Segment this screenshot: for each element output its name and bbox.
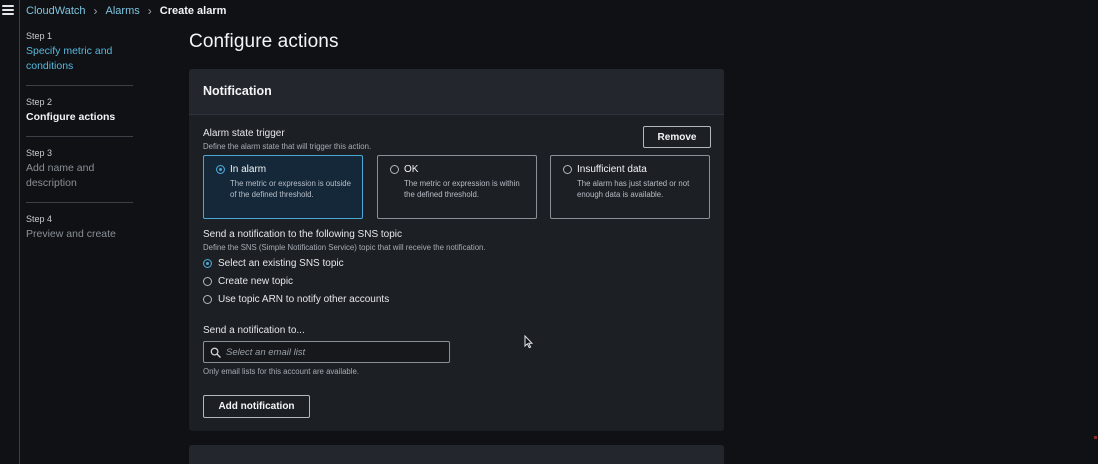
option-label: Use topic ARN to notify other accounts — [218, 294, 390, 305]
step-number: Step 4 — [26, 214, 53, 224]
breadcrumb-cloudwatch-link[interactable]: CloudWatch — [26, 5, 86, 17]
option-label: Select an existing SNS topic — [218, 258, 344, 269]
option-existing-topic[interactable]: Select an existing SNS topic — [203, 258, 344, 269]
edge-marker — [1094, 436, 1097, 439]
notification-container: Notification Alarm state trigger Define … — [189, 69, 724, 431]
radio-insufficient-data[interactable] — [563, 165, 572, 174]
step-number: Step 2 — [26, 97, 53, 107]
sns-topic-description: Define the SNS (Simple Notification Serv… — [203, 243, 486, 252]
breadcrumb-current: Create alarm — [159, 5, 227, 17]
send-to-hint: Only email lists for this account are av… — [203, 367, 360, 376]
alarm-state-trigger-description: Define the alarm state that will trigger… — [203, 142, 372, 151]
radio-existing-topic[interactable] — [203, 259, 212, 268]
hamburger-icon[interactable] — [2, 5, 14, 15]
add-notification-button[interactable]: Add notification — [203, 395, 310, 418]
chevron-right-icon: › — [93, 4, 98, 18]
option-label: Create new topic — [218, 276, 294, 287]
step-number: Step 3 — [26, 148, 53, 158]
breadcrumb-alarms-link[interactable]: Alarms — [106, 5, 140, 17]
chevron-right-icon: › — [147, 4, 152, 18]
tile-label: OK — [404, 164, 419, 175]
next-section-container — [189, 445, 724, 464]
remove-button[interactable]: Remove — [643, 126, 711, 148]
tile-description: The metric or expression is outside of t… — [230, 179, 351, 199]
step-divider — [26, 85, 133, 86]
container-title: Notification — [203, 84, 272, 98]
email-list-input[interactable] — [226, 344, 446, 360]
tile-description: The alarm has just started or not enough… — [577, 179, 690, 199]
step-divider — [26, 202, 133, 203]
radio-topic-arn[interactable] — [203, 295, 212, 304]
step-3: Step 3 Add name and description — [26, 147, 106, 191]
step-4-title: Preview and create — [26, 228, 116, 240]
send-to-label: Send a notification to... — [203, 325, 305, 336]
tile-in-alarm[interactable]: In alarm The metric or expression is out… — [203, 155, 363, 219]
step-2: Step 2 Configure actions — [26, 96, 115, 125]
tile-description: The metric or expression is within the d… — [404, 179, 520, 199]
step-1-link[interactable]: Specify metric and conditions — [26, 44, 116, 74]
step-number: Step 1 — [26, 31, 53, 41]
search-icon — [210, 347, 221, 358]
tile-insufficient-data[interactable]: Insufficient data The alarm has just sta… — [550, 155, 710, 219]
radio-new-topic[interactable] — [203, 277, 212, 286]
container-header: Notification — [189, 69, 724, 115]
tile-label: Insufficient data — [577, 164, 647, 175]
radio-in-alarm[interactable] — [216, 165, 225, 174]
tile-label: In alarm — [230, 164, 267, 175]
option-topic-arn[interactable]: Use topic ARN to notify other accounts — [203, 294, 389, 305]
step-3-title: Add name and description — [26, 162, 95, 189]
step-1: Step 1 Specify metric and conditions — [26, 30, 116, 74]
step-divider — [26, 136, 133, 137]
radio-ok[interactable] — [390, 165, 399, 174]
sns-topic-label: Send a notification to the following SNS… — [203, 229, 403, 240]
breadcrumb: CloudWatch › Alarms › Create alarm — [26, 4, 226, 18]
tile-ok[interactable]: OK The metric or expression is within th… — [377, 155, 537, 219]
alarm-state-trigger-label: Alarm state trigger — [203, 128, 285, 139]
side-rail — [0, 0, 20, 464]
mouse-pointer-icon — [524, 335, 533, 349]
email-list-select[interactable] — [203, 341, 450, 363]
step-4: Step 4 Preview and create — [26, 213, 116, 242]
option-new-topic[interactable]: Create new topic — [203, 276, 293, 287]
step-2-title: Configure actions — [26, 111, 116, 123]
page-title: Configure actions — [189, 31, 339, 52]
